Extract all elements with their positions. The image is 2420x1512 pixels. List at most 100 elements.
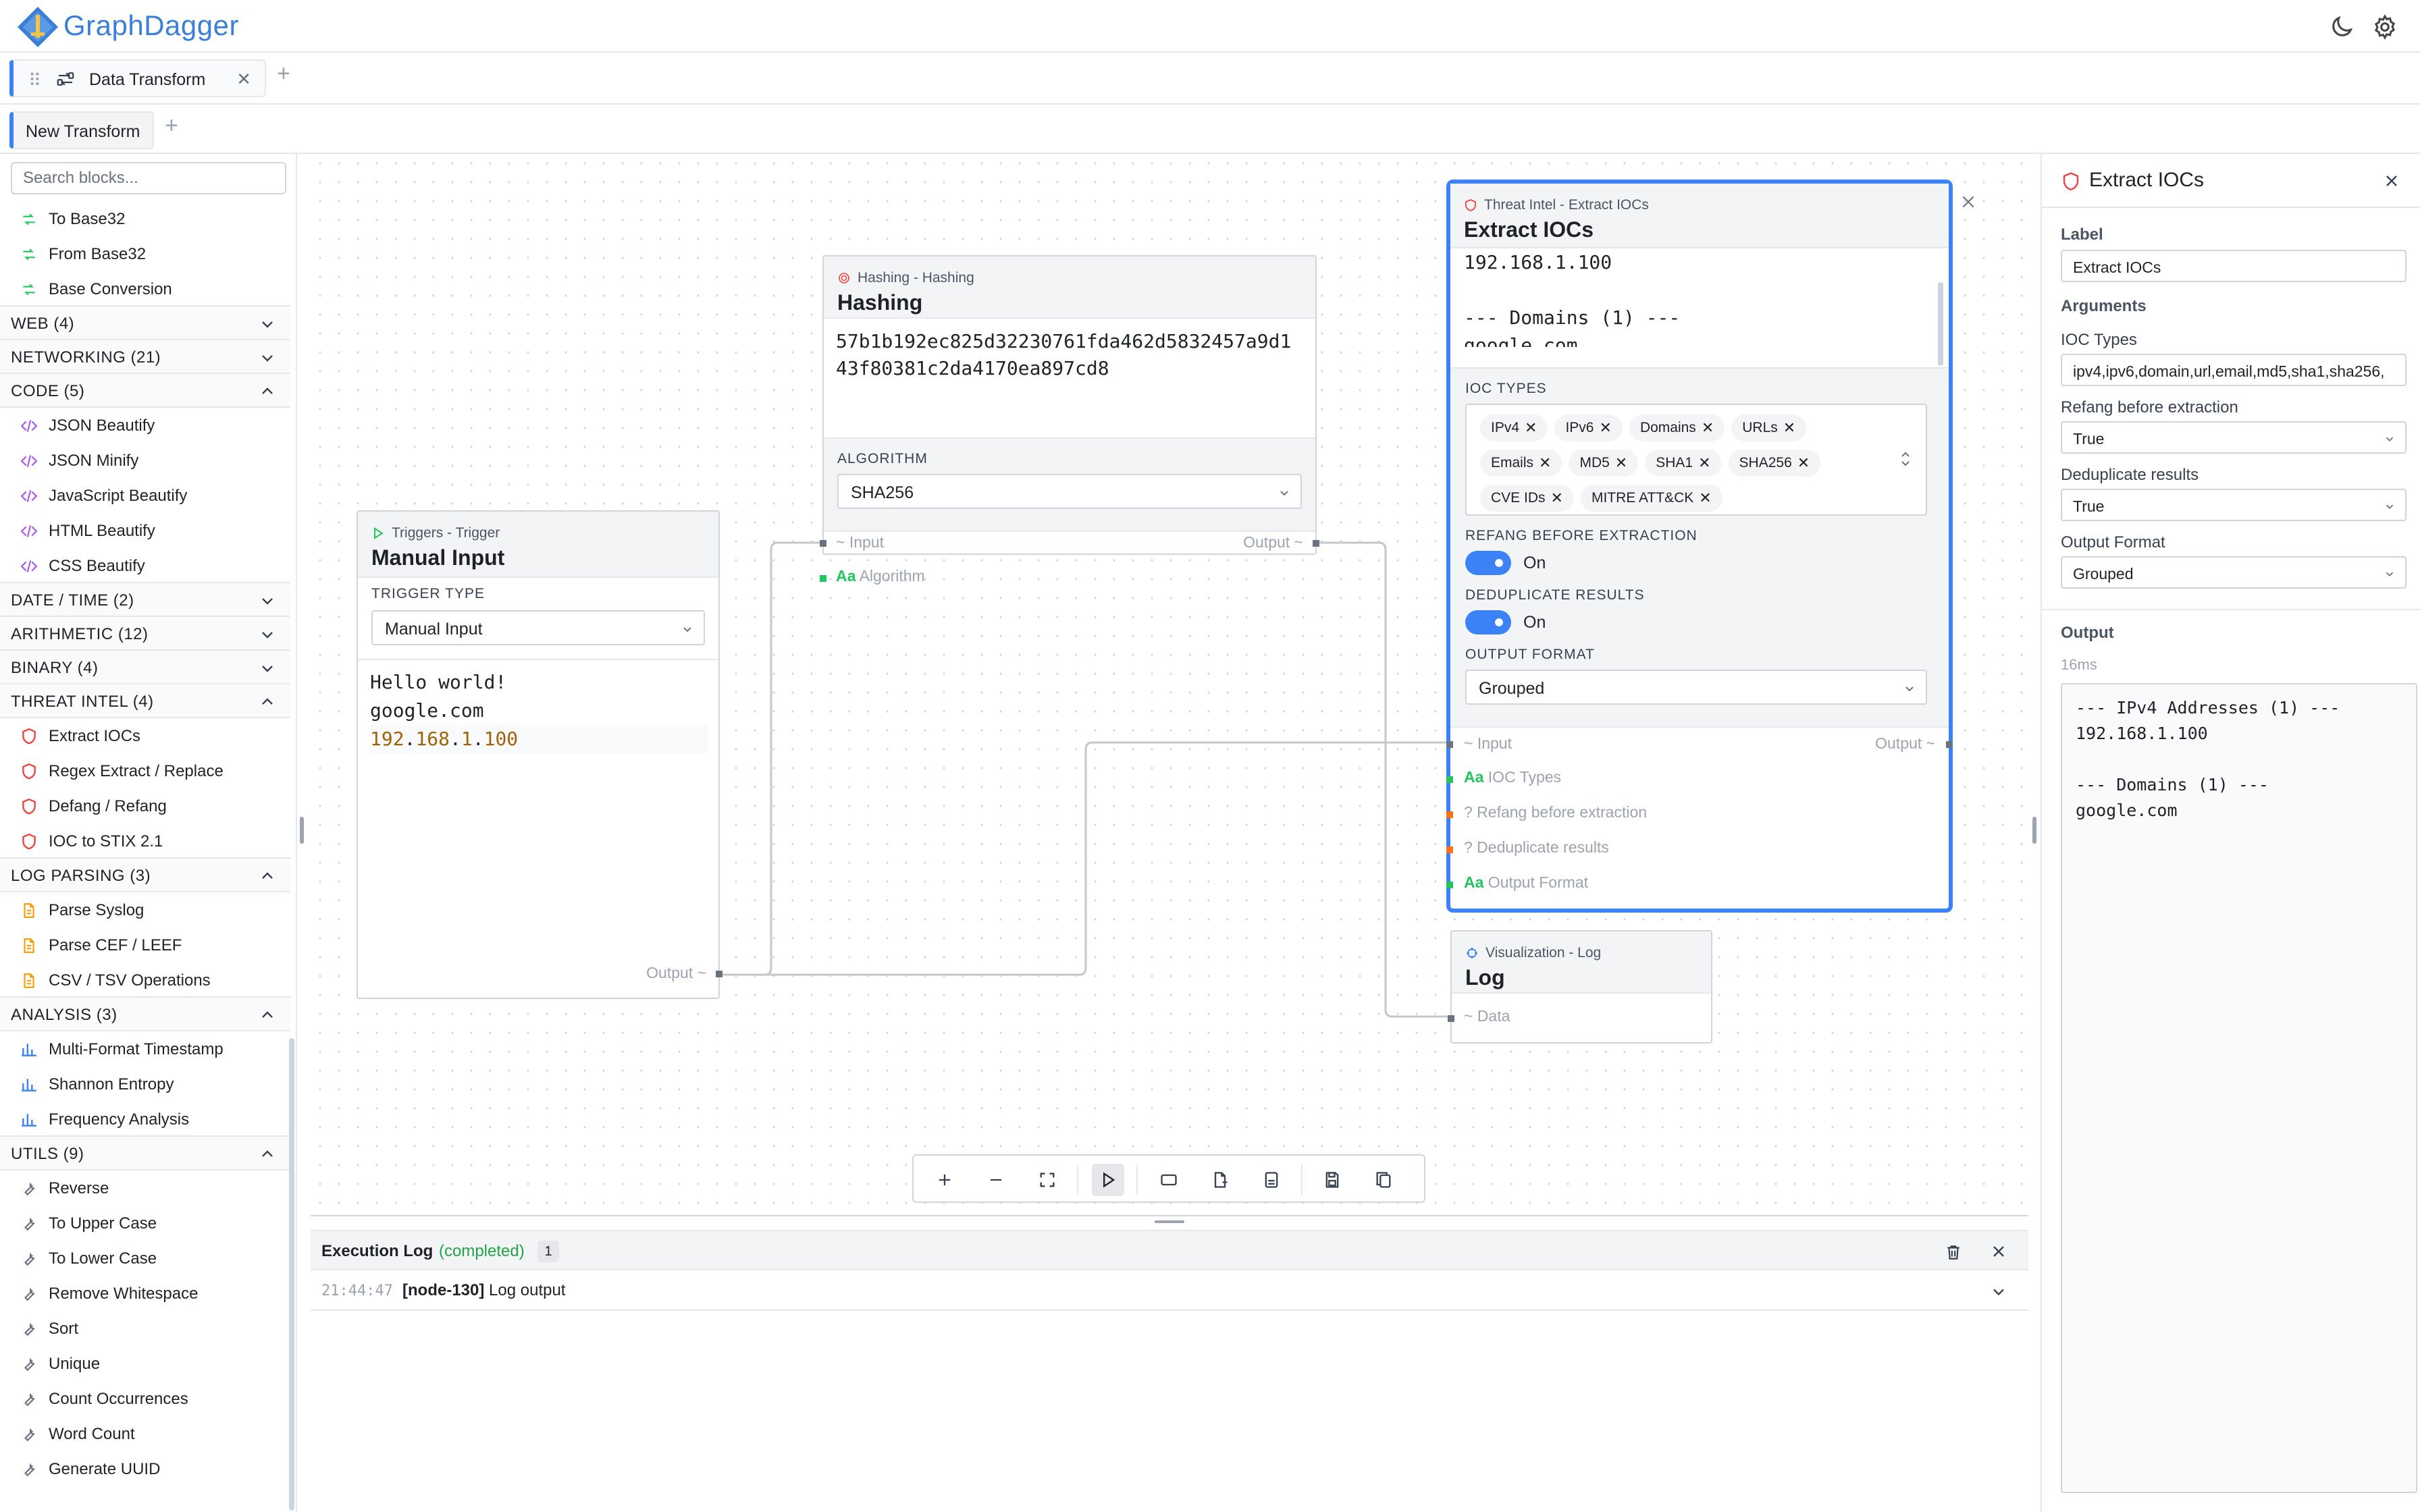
add-tab-button[interactable]: +: [277, 61, 290, 87]
remove-chip-icon[interactable]: ✕: [1797, 454, 1810, 472]
sidebar-block-item[interactable]: Remove Whitespace: [0, 1276, 290, 1311]
sidebar-category[interactable]: ANALYSIS (3): [0, 996, 290, 1031]
refang-toggle[interactable]: [1465, 551, 1511, 575]
node-header[interactable]: Hashing - Hashing Hashing: [824, 256, 1315, 319]
log-entry[interactable]: 21:44:47 [node-130] Log output: [311, 1270, 2028, 1311]
sidebar-category[interactable]: NETWORKING (21): [0, 339, 290, 374]
remove-chip-icon[interactable]: ✕: [1783, 419, 1795, 437]
output-port[interactable]: [716, 971, 722, 977]
node-header[interactable]: Visualization - Log Log: [1452, 932, 1711, 994]
close-node-icon[interactable]: [1959, 193, 1977, 211]
remove-chip-icon[interactable]: ✕: [1600, 419, 1612, 437]
ioc-types-port[interactable]: [1446, 776, 1453, 783]
sidebar-block-item[interactable]: Regex Extract / Replace: [0, 753, 290, 788]
sidebar-block-item[interactable]: HTML Beautify: [0, 513, 290, 548]
manual-input-text[interactable]: Hello world! google.com 192.168.1.100: [370, 668, 708, 753]
fit-view-button[interactable]: [1031, 1164, 1063, 1196]
remove-chip-icon[interactable]: ✕: [1525, 419, 1537, 437]
sidebar-category[interactable]: BINARY (4): [0, 649, 290, 684]
sidebar-category[interactable]: ARITHMETIC (12): [0, 616, 290, 651]
sidebar-block-item[interactable]: Unique: [0, 1346, 290, 1381]
input-port[interactable]: [820, 540, 826, 547]
sidebar-block-item[interactable]: JSON Beautify: [0, 408, 290, 443]
updown-chevron-icon[interactable]: [1899, 450, 1912, 468]
sidebar-block-item[interactable]: Frequency Analysis: [0, 1102, 290, 1137]
output-format-select[interactable]: Grouped: [1465, 670, 1927, 705]
refang-select[interactable]: True: [2061, 421, 2406, 454]
remove-chip-icon[interactable]: ✕: [1615, 454, 1627, 472]
ioc-types-multiselect[interactable]: IPv4 ✕ IPv6 ✕ Domains ✕ URLs ✕ Emails ✕ MD5 ✕ SHA1 ✕ S…: [1465, 404, 1927, 516]
sidebar-block-item[interactable]: JSON Minify: [0, 443, 290, 478]
dedup-toggle[interactable]: [1465, 610, 1511, 634]
sidebar-block-item[interactable]: CSS Beautify: [0, 548, 290, 583]
zoom-in-button[interactable]: [928, 1164, 961, 1196]
dedup-select[interactable]: True: [2061, 489, 2406, 521]
sidebar-category[interactable]: THREAT INTEL (4): [0, 683, 290, 718]
sidebar-block-item[interactable]: To Lower Case: [0, 1241, 290, 1276]
log-resize-handle[interactable]: [1155, 1220, 1184, 1223]
algorithm-select[interactable]: SHA256: [837, 474, 1302, 509]
trash-icon[interactable]: [1945, 1243, 1962, 1261]
search-blocks-input[interactable]: [11, 162, 286, 194]
right-panel-resize-handle[interactable]: [2032, 817, 2036, 844]
output-preview[interactable]: --- IPv4 Addresses (1) --- 192.168.1.100…: [2061, 683, 2417, 1493]
sidebar-block-item[interactable]: To Upper Case: [0, 1206, 290, 1241]
sidebar-category[interactable]: DATE / TIME (2): [0, 582, 290, 617]
moon-icon[interactable]: [2328, 14, 2355, 40]
sidebar-block-item[interactable]: Count Occurrences: [0, 1381, 290, 1416]
sidebar-category[interactable]: WEB (4): [0, 305, 290, 340]
dedup-port[interactable]: [1446, 846, 1453, 853]
sidebar-block-item[interactable]: To Base32: [0, 201, 290, 236]
drag-handle-icon[interactable]: ⠿: [28, 70, 41, 91]
output-port[interactable]: [1946, 741, 1953, 748]
label-input[interactable]: Extract IOCs: [2061, 250, 2406, 282]
sidebar-block-item[interactable]: Shannon Entropy: [0, 1066, 290, 1102]
import-button[interactable]: [1204, 1164, 1236, 1196]
sidebar-block-item[interactable]: Sort: [0, 1311, 290, 1346]
run-button[interactable]: [1092, 1164, 1124, 1196]
sidebar-block-item[interactable]: From Base32: [0, 236, 290, 271]
input-port[interactable]: [1446, 741, 1453, 748]
sidebar-block-item[interactable]: IOC to STIX 2.1: [0, 824, 290, 859]
zoom-out-button[interactable]: [980, 1164, 1012, 1196]
remove-chip-icon[interactable]: ✕: [1551, 489, 1563, 507]
output-format-select[interactable]: Grouped: [2061, 556, 2406, 589]
sidebar-block-item[interactable]: Reverse: [0, 1170, 290, 1206]
sidebar-block-item[interactable]: Multi-Format Timestamp: [0, 1031, 290, 1066]
tab-new-transform[interactable]: New Transform: [9, 111, 154, 149]
remove-chip-icon[interactable]: ✕: [1699, 489, 1711, 507]
copy-button[interactable]: [1367, 1164, 1400, 1196]
sidebar-block-item[interactable]: Base Conversion: [0, 271, 290, 306]
data-input-port[interactable]: [1448, 1015, 1454, 1022]
graph-canvas[interactable]: Triggers - Trigger Manual Input TRIGGER …: [311, 154, 2028, 1215]
node-log[interactable]: Visualization - Log Log ~ Data: [1448, 930, 1712, 1044]
output-port[interactable]: [1313, 540, 1319, 547]
chevron-down-icon[interactable]: [1989, 1282, 2008, 1301]
new-canvas-button[interactable]: [1153, 1164, 1185, 1196]
remove-chip-icon[interactable]: ✕: [1698, 454, 1710, 472]
sidebar-block-item[interactable]: Parse CEF / LEEF: [0, 927, 290, 963]
add-transform-button[interactable]: +: [165, 113, 178, 139]
sidebar-block-item[interactable]: Generate UUID: [0, 1451, 290, 1486]
node-extract-iocs[interactable]: Threat Intel - Extract IOCs Extract IOCs…: [1446, 180, 1953, 913]
refang-port[interactable]: [1446, 811, 1453, 818]
sidebar-category[interactable]: CODE (5): [0, 373, 290, 408]
node-manual-input[interactable]: Triggers - Trigger Manual Input TRIGGER …: [357, 510, 722, 999]
save-button[interactable]: [1316, 1164, 1348, 1196]
remove-chip-icon[interactable]: ✕: [1702, 419, 1714, 437]
close-tab-icon[interactable]: ✕: [236, 69, 251, 90]
ioc-types-input[interactable]: ipv4,ipv6,domain,url,email,md5,sha1,sha2…: [2061, 354, 2406, 386]
sidebar-block-item[interactable]: Extract IOCs: [0, 718, 290, 753]
trigger-type-select[interactable]: Manual Input: [371, 610, 705, 645]
sidebar-block-item[interactable]: CSV / TSV Operations: [0, 963, 290, 998]
output-format-port[interactable]: [1446, 882, 1453, 888]
sidebar-block-item[interactable]: JavaScript Beautify: [0, 478, 290, 513]
sidebar-block-item[interactable]: Parse Syslog: [0, 892, 290, 927]
close-icon[interactable]: [1989, 1242, 2008, 1261]
sidebar-resize-handle[interactable]: [300, 817, 304, 844]
node-header[interactable]: Threat Intel - Extract IOCs Extract IOCs: [1450, 184, 1949, 248]
gear-icon[interactable]: [2371, 14, 2398, 40]
sidebar-scrollbar[interactable]: [289, 1038, 294, 1511]
algorithm-port[interactable]: [820, 575, 826, 582]
sidebar-block-item[interactable]: Defang / Refang: [0, 788, 290, 824]
